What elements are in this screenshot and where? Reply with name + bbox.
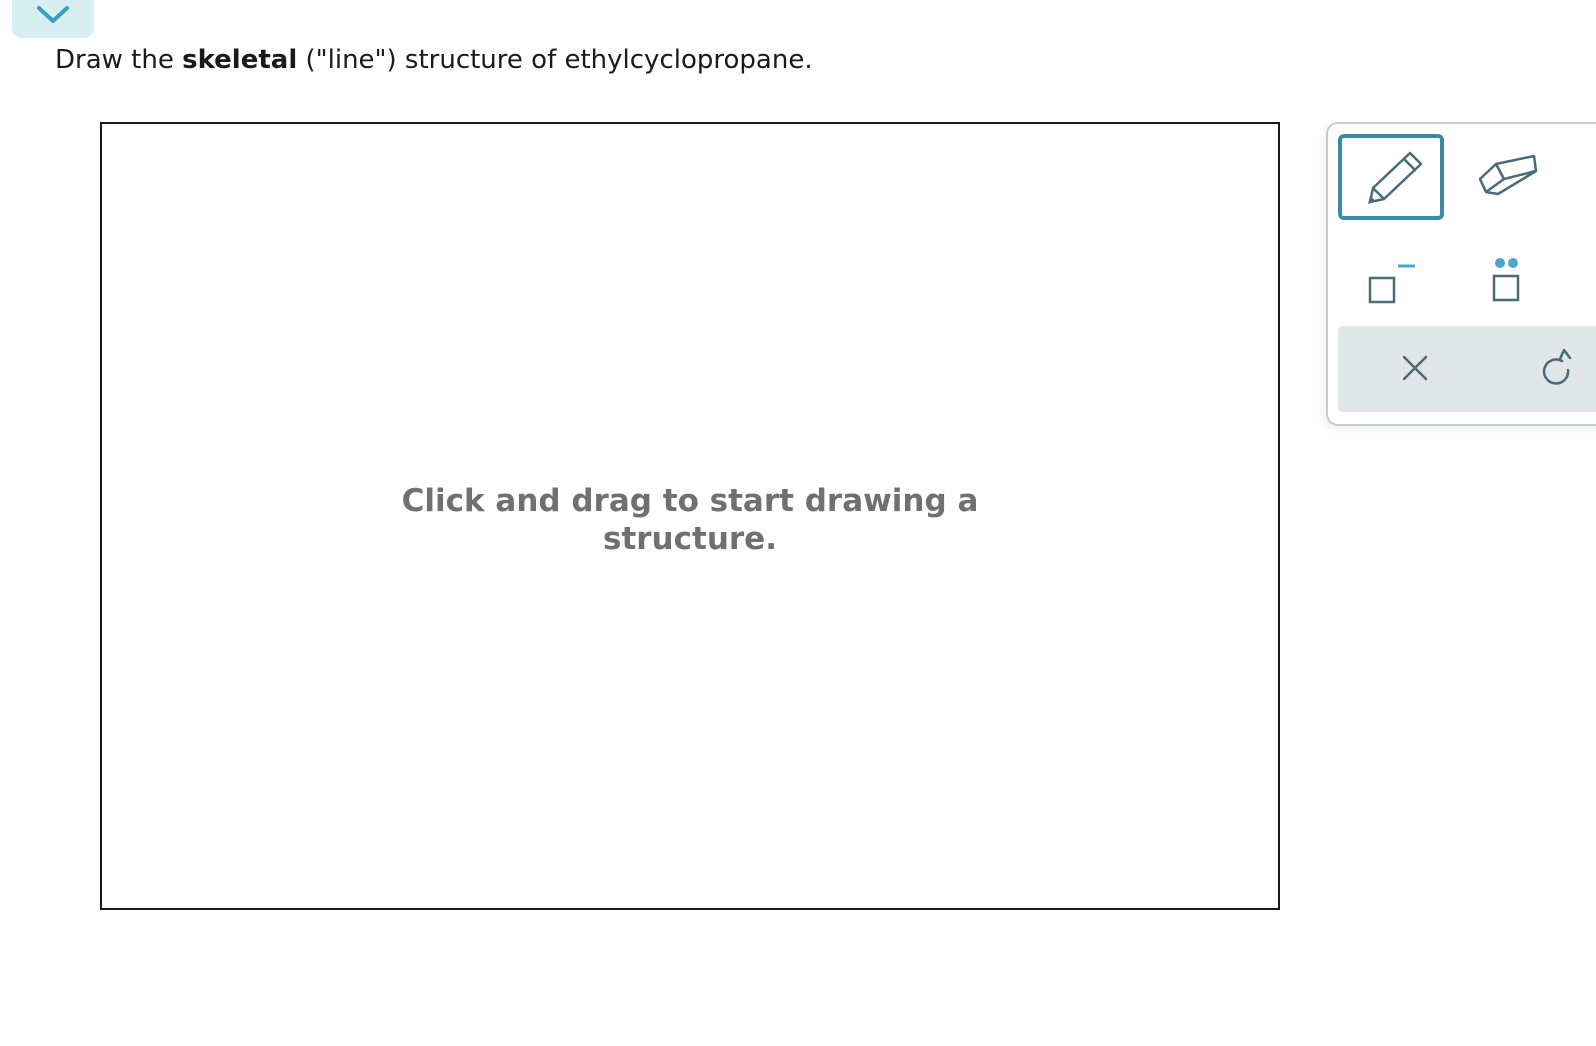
canvas-hint: Click and drag to start drawing a struct…: [102, 482, 1278, 558]
question-suffix: ("line") structure of ethylcyclopropane.: [305, 45, 813, 75]
eraser-icon: [1478, 154, 1538, 196]
action-bar: [1338, 326, 1596, 412]
undo-icon: [1542, 348, 1572, 385]
drawing-toolbox: [1326, 122, 1596, 426]
question-text: Draw the skeletal ("line") structure of …: [55, 42, 813, 78]
charge-tool-button[interactable]: [1338, 236, 1444, 322]
lone-pair-tool-button[interactable]: [1456, 236, 1562, 322]
drawing-canvas[interactable]: Click and drag to start drawing a struct…: [100, 122, 1280, 910]
clear-button[interactable]: [1364, 326, 1464, 412]
pencil-icon: [1368, 151, 1423, 204]
lone-pair-icon: [1492, 258, 1520, 302]
charge-icon: [1368, 264, 1415, 304]
close-icon: [1402, 355, 1428, 381]
canvas-hint-line2: structure.: [603, 521, 777, 557]
collapse-button[interactable]: [12, 0, 94, 38]
question-bold: skeletal: [182, 45, 298, 75]
pencil-tool-button[interactable]: [1338, 134, 1444, 220]
chevron-down-icon: [37, 6, 69, 23]
question-prefix: Draw the: [55, 45, 174, 75]
undo-button[interactable]: [1534, 326, 1596, 412]
canvas-hint-line1: Click and drag to start drawing a: [401, 483, 979, 519]
eraser-tool-button[interactable]: [1456, 134, 1562, 220]
